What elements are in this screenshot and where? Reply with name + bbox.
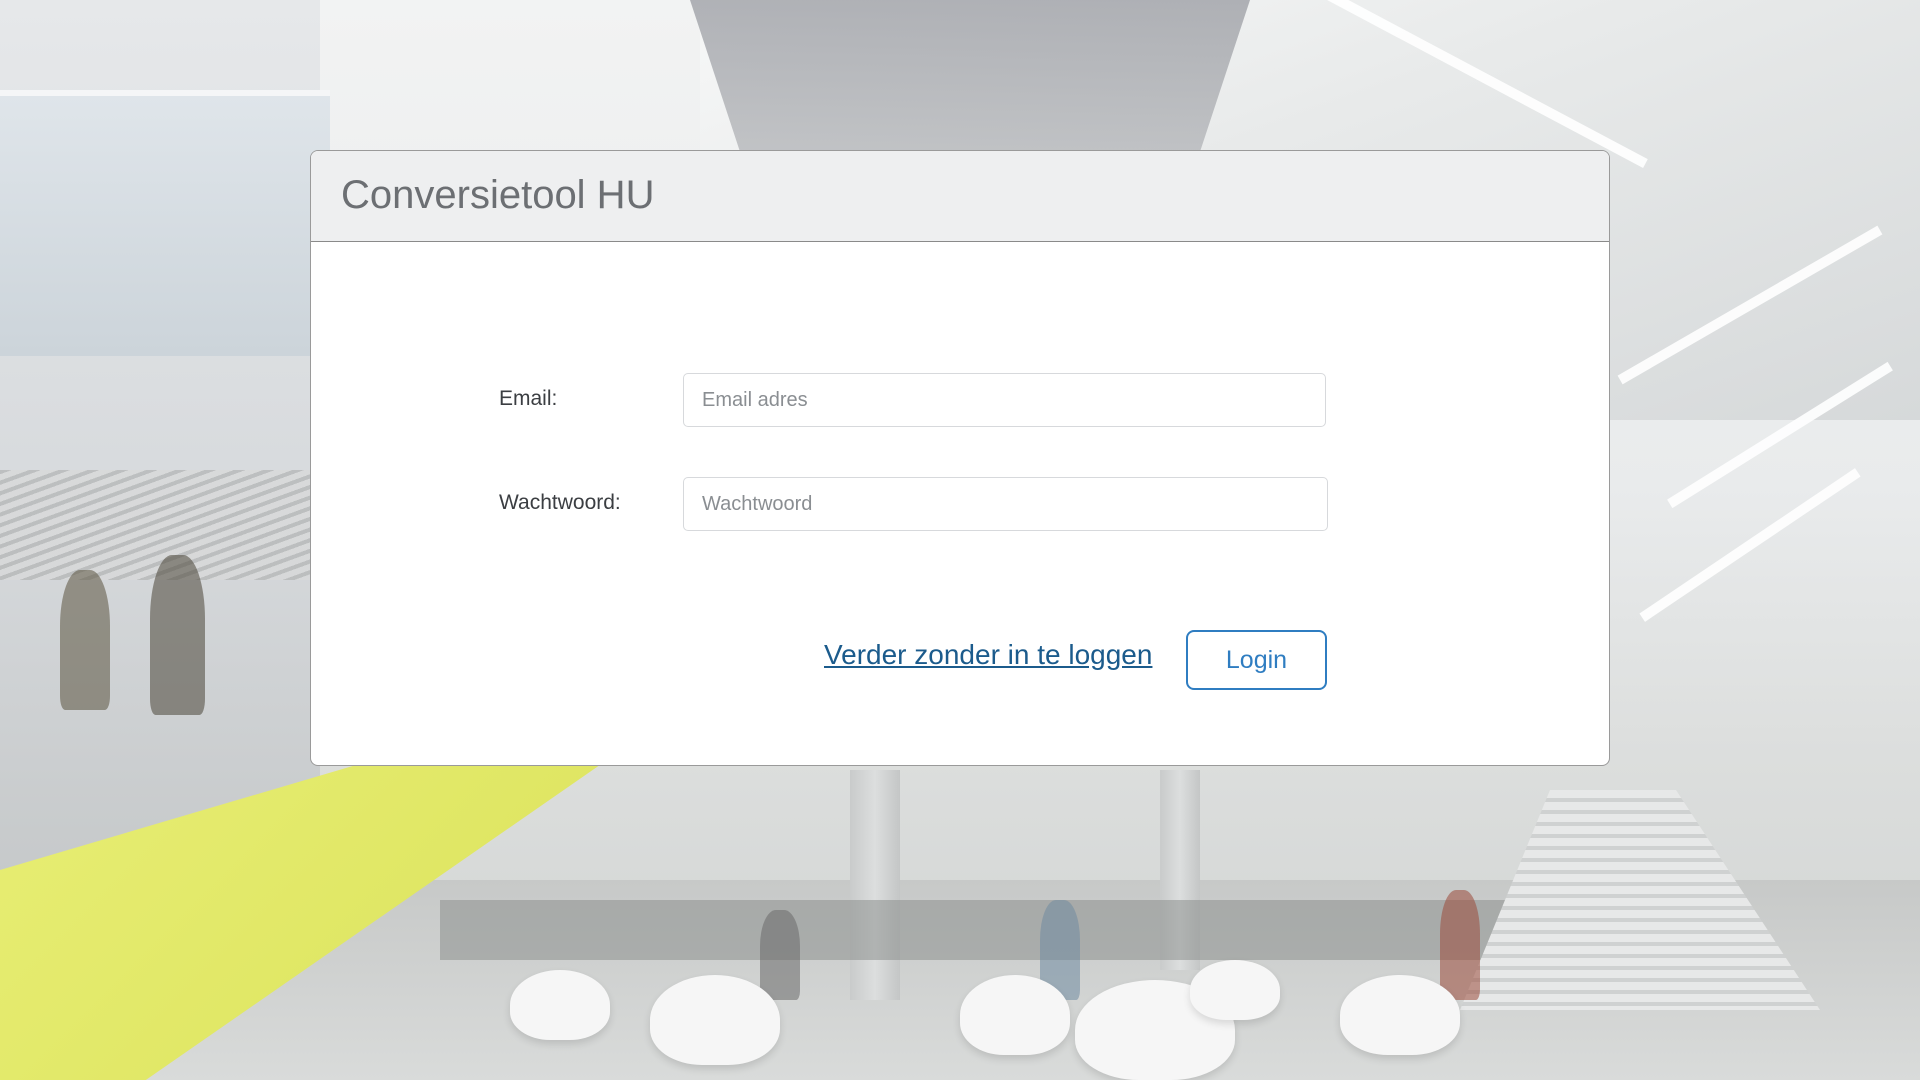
background-light: [1639, 468, 1861, 622]
background-ceiling-panel: [690, 0, 1250, 170]
email-label: Email:: [499, 387, 558, 410]
card-header: Conversietool HU: [311, 151, 1609, 242]
app-title: Conversietool HU: [341, 173, 655, 217]
email-field[interactable]: [683, 373, 1326, 427]
background-chair: [960, 975, 1070, 1055]
background-person: [60, 570, 110, 710]
background-glass-railing: [0, 90, 330, 356]
background-person: [150, 555, 205, 715]
background-person: [760, 910, 800, 1000]
continue-without-login-link[interactable]: Verder zonder in te loggen: [824, 639, 1152, 671]
background-pillar: [850, 770, 900, 1000]
background-chair: [1190, 960, 1280, 1020]
background-chair: [1340, 975, 1460, 1055]
login-card: Conversietool HU Email: Wachtwoord: Verd…: [310, 150, 1610, 766]
password-field[interactable]: [683, 477, 1328, 531]
background-person: [1440, 890, 1480, 1000]
login-button[interactable]: Login: [1186, 630, 1327, 690]
background-chair: [650, 975, 780, 1065]
password-label: Wachtwoord:: [499, 491, 621, 514]
background-chair: [510, 970, 610, 1040]
